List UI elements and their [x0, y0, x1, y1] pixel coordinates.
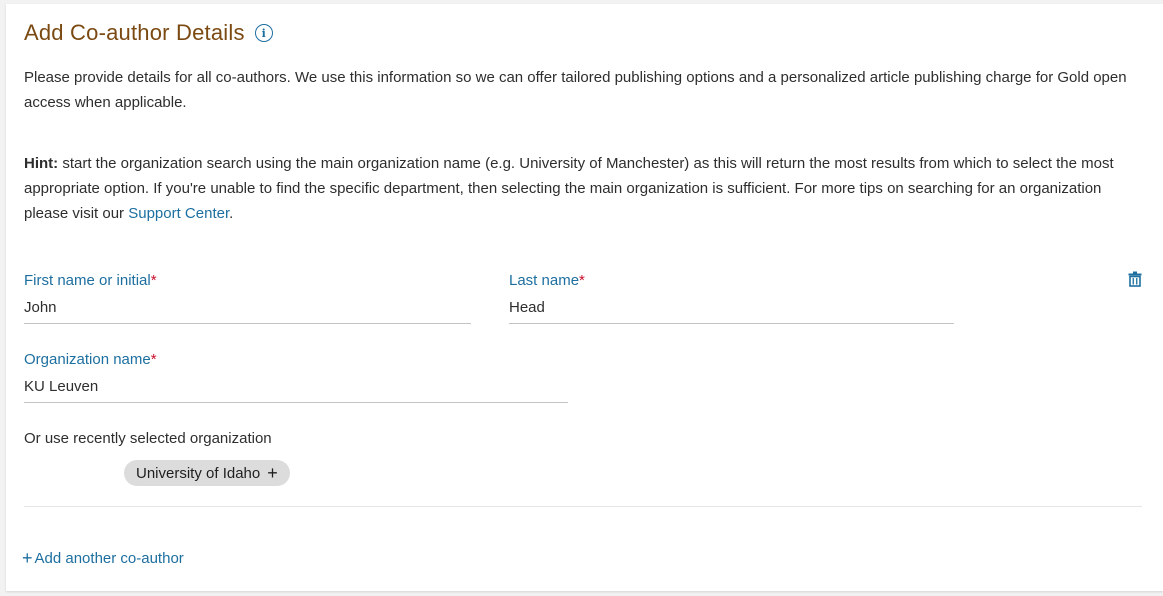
support-center-link[interactable]: Support Center [128, 205, 229, 222]
coauthor-card: Add Co-author Details i Please provide d… [6, 4, 1163, 591]
first-name-input[interactable] [24, 297, 471, 317]
trash-icon[interactable] [1128, 271, 1142, 287]
hint-label: Hint: [24, 155, 59, 172]
required-mark: * [150, 272, 157, 289]
last-name-underline [509, 323, 954, 324]
organization-label: Organization name* [24, 351, 157, 368]
organization-label-text: Organization name [24, 351, 151, 368]
plus-icon: + [22, 548, 33, 568]
first-name-label: First name or initial* [24, 272, 157, 289]
organization-input[interactable] [24, 376, 568, 396]
last-name-label-text: Last name [509, 272, 580, 289]
last-name-label: Last name* [509, 272, 585, 289]
hint-end: . [229, 205, 234, 222]
first-name-label-text: First name or initial [24, 272, 151, 289]
recent-organization-label: Or use recently selected organization [24, 430, 272, 447]
plus-icon: + [267, 463, 278, 483]
intro-text: Please provide details for all co-author… [24, 69, 1127, 111]
info-icon[interactable]: i [254, 24, 273, 42]
add-coauthor-label: Add another co-author [34, 549, 184, 567]
page-title: Add Co-author Details [24, 20, 245, 45]
title-row: Add Co-author Details i [24, 20, 273, 46]
required-mark: * [579, 272, 585, 289]
divider [24, 506, 1142, 507]
chip-label: University of Idaho [136, 464, 261, 482]
add-coauthor-button[interactable]: + Add another co-author [22, 549, 184, 567]
hint-text: Hint: start the organization search usin… [24, 151, 1149, 226]
first-name-underline [24, 323, 471, 324]
recent-organization-chip[interactable]: University of Idaho + [124, 460, 290, 486]
last-name-input[interactable] [509, 297, 954, 317]
organization-underline [24, 402, 568, 403]
required-mark: * [150, 351, 157, 368]
